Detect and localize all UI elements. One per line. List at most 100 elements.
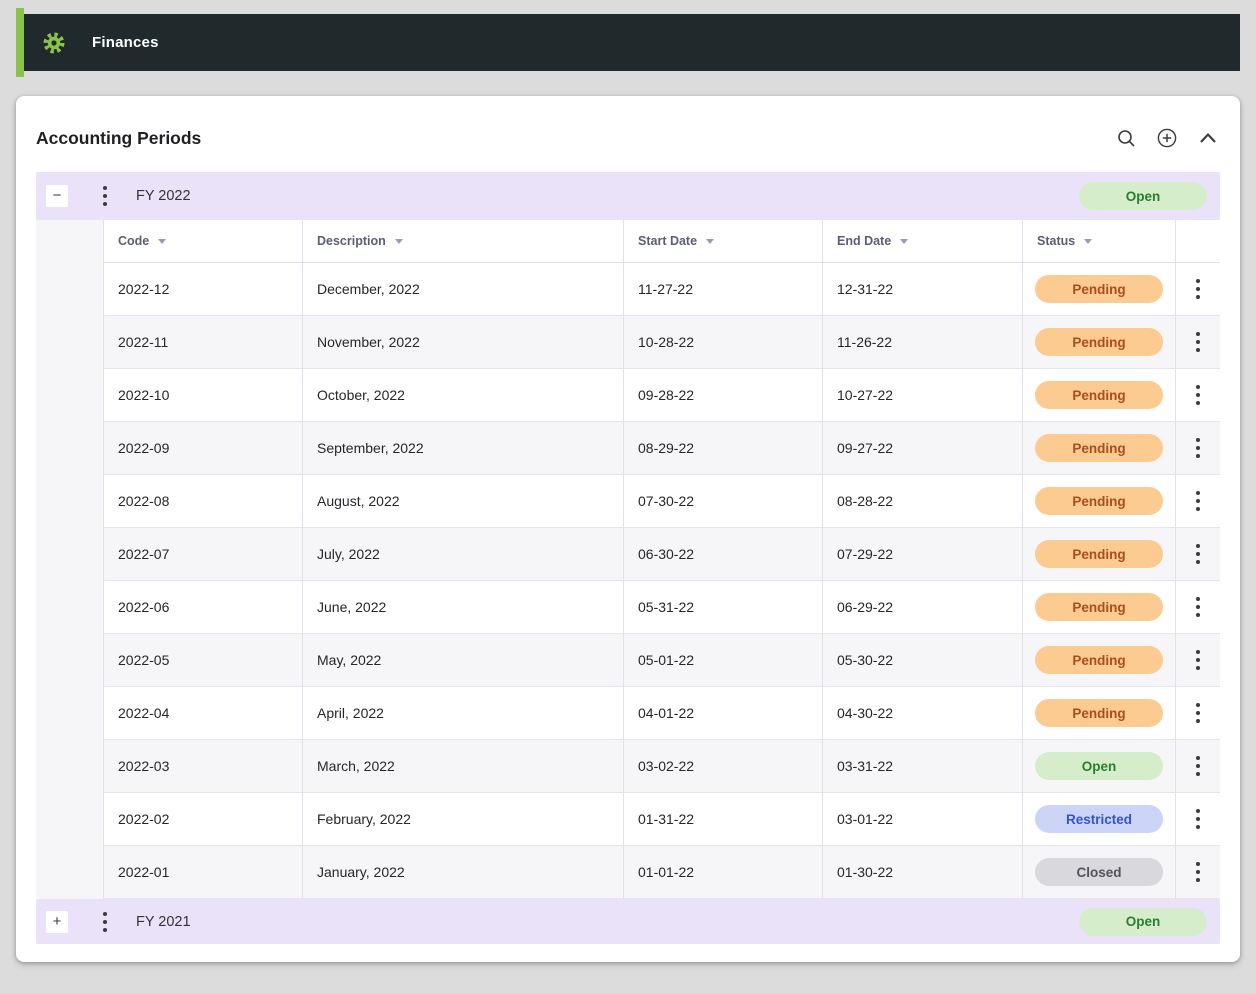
header-bar: Finances [24, 14, 1240, 71]
cell-description: July, 2022 [303, 528, 624, 580]
group-menu-kebab-icon[interactable] [103, 912, 107, 932]
cell-row-menu [1176, 634, 1220, 686]
status-badge: Pending [1035, 646, 1163, 674]
cell-row-menu [1176, 793, 1220, 845]
cell-code: 2022-11 [104, 316, 303, 368]
cell-row-menu [1176, 316, 1220, 368]
sort-caret-icon [1084, 239, 1092, 244]
cell-status: Pending [1023, 369, 1176, 421]
table-row: 2022-04 April, 2022 04-01-22 04-30-22 Pe… [104, 687, 1220, 740]
status-badge: Pending [1035, 487, 1163, 515]
cell-code: 2022-09 [104, 422, 303, 474]
row-kebab-icon[interactable] [1196, 491, 1200, 511]
table-row: 2022-07 July, 2022 06-30-22 07-29-22 Pen… [104, 528, 1220, 581]
cell-description: September, 2022 [303, 422, 624, 474]
cell-end-date: 11-26-22 [823, 316, 1023, 368]
collapse-group-button[interactable]: − [46, 185, 68, 207]
cell-end-date: 05-30-22 [823, 634, 1023, 686]
cell-description: April, 2022 [303, 687, 624, 739]
column-header-start-date[interactable]: Start Date [624, 220, 823, 262]
group-label: FY 2022 [136, 188, 191, 204]
cell-start-date: 09-28-22 [624, 369, 823, 421]
table-row: 2022-01 January, 2022 01-01-22 01-30-22 … [104, 846, 1220, 899]
row-kebab-icon[interactable] [1196, 385, 1200, 405]
row-kebab-icon[interactable] [1196, 756, 1200, 776]
cell-row-menu [1176, 263, 1220, 315]
cell-start-date: 07-30-22 [624, 475, 823, 527]
row-kebab-icon[interactable] [1196, 438, 1200, 458]
column-header-code[interactable]: Code [104, 220, 303, 262]
sort-caret-icon [900, 239, 908, 244]
cell-row-menu [1176, 581, 1220, 633]
cell-start-date: 08-29-22 [624, 422, 823, 474]
group-menu-kebab-icon[interactable] [103, 186, 107, 206]
group-header-fy2022: − FY 2022 Open [36, 172, 1220, 220]
row-kebab-icon[interactable] [1196, 809, 1200, 829]
table-row: 2022-06 June, 2022 05-31-22 06-29-22 Pen… [104, 581, 1220, 634]
gear-icon [42, 31, 66, 55]
cell-end-date: 01-30-22 [823, 846, 1023, 898]
row-kebab-icon[interactable] [1196, 279, 1200, 299]
column-header-status[interactable]: Status [1023, 220, 1176, 262]
status-badge: Restricted [1035, 805, 1163, 833]
status-badge: Pending [1035, 328, 1163, 356]
cell-status: Pending [1023, 687, 1176, 739]
cell-end-date: 03-31-22 [823, 740, 1023, 792]
status-badge: Pending [1035, 593, 1163, 621]
row-kebab-icon[interactable] [1196, 544, 1200, 564]
table-row: 2022-03 March, 2022 03-02-22 03-31-22 Op… [104, 740, 1220, 793]
cell-status: Pending [1023, 422, 1176, 474]
table-row: 2022-10 October, 2022 09-28-22 10-27-22 … [104, 369, 1220, 422]
cell-code: 2022-08 [104, 475, 303, 527]
status-badge: Pending [1035, 699, 1163, 727]
table-row: 2022-12 December, 2022 11-27-22 12-31-22… [104, 263, 1220, 316]
cell-status: Restricted [1023, 793, 1176, 845]
panel-actions [1116, 128, 1220, 148]
column-header-description[interactable]: Description [303, 220, 624, 262]
cell-start-date: 11-27-22 [624, 263, 823, 315]
search-icon[interactable] [1116, 128, 1136, 148]
table-header-row: Code Description Start Date End Date Sta… [104, 220, 1220, 263]
row-kebab-icon[interactable] [1196, 862, 1200, 882]
cell-status: Pending [1023, 475, 1176, 527]
group-indent [36, 220, 104, 899]
row-kebab-icon[interactable] [1196, 703, 1200, 723]
cell-end-date: 08-28-22 [823, 475, 1023, 527]
cell-start-date: 06-30-22 [624, 528, 823, 580]
cell-row-menu [1176, 422, 1220, 474]
cell-start-date: 01-31-22 [624, 793, 823, 845]
group-header-fy2021: + FY 2021 Open [36, 899, 1220, 944]
status-badge: Closed [1035, 858, 1163, 886]
cell-status: Pending [1023, 263, 1176, 315]
header-accent-bar [16, 8, 24, 77]
status-badge: Pending [1035, 381, 1163, 409]
cell-start-date: 05-31-22 [624, 581, 823, 633]
cell-end-date: 04-30-22 [823, 687, 1023, 739]
expand-group-button[interactable]: + [46, 911, 68, 933]
accounting-periods-table: Code Description Start Date End Date Sta… [104, 220, 1220, 899]
cell-code: 2022-02 [104, 793, 303, 845]
app-header: Finances [16, 8, 1240, 77]
cell-description: January, 2022 [303, 846, 624, 898]
row-kebab-icon[interactable] [1196, 597, 1200, 617]
row-kebab-icon[interactable] [1196, 332, 1200, 352]
cell-status: Pending [1023, 316, 1176, 368]
cell-description: February, 2022 [303, 793, 624, 845]
cell-row-menu [1176, 475, 1220, 527]
cell-description: March, 2022 [303, 740, 624, 792]
status-badge: Pending [1035, 275, 1163, 303]
add-icon[interactable] [1157, 128, 1177, 148]
cell-description: May, 2022 [303, 634, 624, 686]
app-title: Finances [92, 34, 159, 51]
column-header-end-date[interactable]: End Date [823, 220, 1023, 262]
cell-start-date: 04-01-22 [624, 687, 823, 739]
cell-start-date: 01-01-22 [624, 846, 823, 898]
chevron-up-icon[interactable] [1198, 128, 1218, 148]
table-row: 2022-11 November, 2022 10-28-22 11-26-22… [104, 316, 1220, 369]
cell-description: June, 2022 [303, 581, 624, 633]
cell-end-date: 06-29-22 [823, 581, 1023, 633]
cell-description: August, 2022 [303, 475, 624, 527]
status-badge: Open [1035, 752, 1163, 780]
row-kebab-icon[interactable] [1196, 650, 1200, 670]
table-row: 2022-09 September, 2022 08-29-22 09-27-2… [104, 422, 1220, 475]
